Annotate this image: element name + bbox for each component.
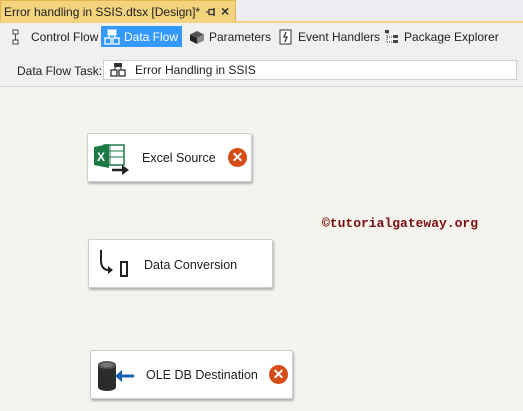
tab-package-explorer-label: Package Explorer: [404, 29, 499, 44]
data-flow-task-icon: [110, 63, 126, 77]
excel-source-label: Excel Source: [142, 151, 216, 165]
data-flow-task-row: Data Flow Task: Error Handling in SSIS: [0, 50, 523, 87]
data-conversion-label: Data Conversion: [144, 258, 238, 272]
tab-data-flow[interactable]: Data Flow: [101, 26, 183, 47]
data-flow-design-surface[interactable]: X Excel Source ✕ Data Conversion OLE DB …: [0, 87, 523, 411]
data-conversion-component[interactable]: Data Conversion: [88, 239, 273, 288]
ole-db-destination-label: OLE DB Destination: [146, 368, 258, 382]
tab-control-flow-label: Control Flow: [31, 29, 99, 44]
ole-db-destination-icon: [98, 361, 134, 391]
watermark-text: ©tutorialgateway.org: [322, 216, 479, 231]
tab-parameters-label: Parameters: [209, 29, 272, 44]
close-tab-icon[interactable]: ×: [221, 3, 229, 19]
excel-source-icon: X: [94, 144, 129, 175]
ole-db-destination-component[interactable]: OLE DB Destination ✕: [90, 350, 293, 399]
error-icon[interactable]: ✕: [228, 148, 247, 167]
designer-toolbar: Control Flow Data Flow Parameters Event …: [0, 23, 523, 50]
svg-text:X: X: [97, 150, 105, 164]
document-tab[interactable]: Error handling in SSIS.dtsx [Design]* ×: [0, 0, 236, 22]
tab-control-flow[interactable]: Control Flow: [8, 26, 102, 47]
tab-parameters[interactable]: Parameters: [186, 26, 275, 47]
pin-icon[interactable]: [204, 5, 218, 19]
data-flow-task-value: Error Handling in SSIS: [135, 63, 256, 77]
tab-event-handlers[interactable]: Event Handlers: [275, 26, 384, 47]
document-tab-strip: Error handling in SSIS.dtsx [Design]* ×: [0, 0, 523, 23]
data-flow-task-select[interactable]: Error Handling in SSIS: [103, 60, 517, 80]
control-flow-icon: [12, 29, 19, 44]
tab-data-flow-label: Data Flow: [124, 29, 179, 44]
error-icon[interactable]: ✕: [269, 365, 288, 384]
tab-event-handlers-label: Event Handlers: [298, 29, 381, 44]
data-flow-task-label: Data Flow Task:: [17, 64, 103, 78]
data-conversion-icon: [100, 250, 128, 277]
excel-source-component[interactable]: X Excel Source ✕: [87, 133, 252, 182]
parameters-icon: [190, 30, 204, 44]
event-handlers-icon: [279, 29, 292, 44]
data-flow-icon: [104, 29, 120, 45]
tab-package-explorer[interactable]: Package Explorer: [381, 26, 503, 47]
document-tab-title: Error handling in SSIS.dtsx [Design]*: [4, 4, 201, 19]
package-explorer-icon: [385, 29, 398, 43]
